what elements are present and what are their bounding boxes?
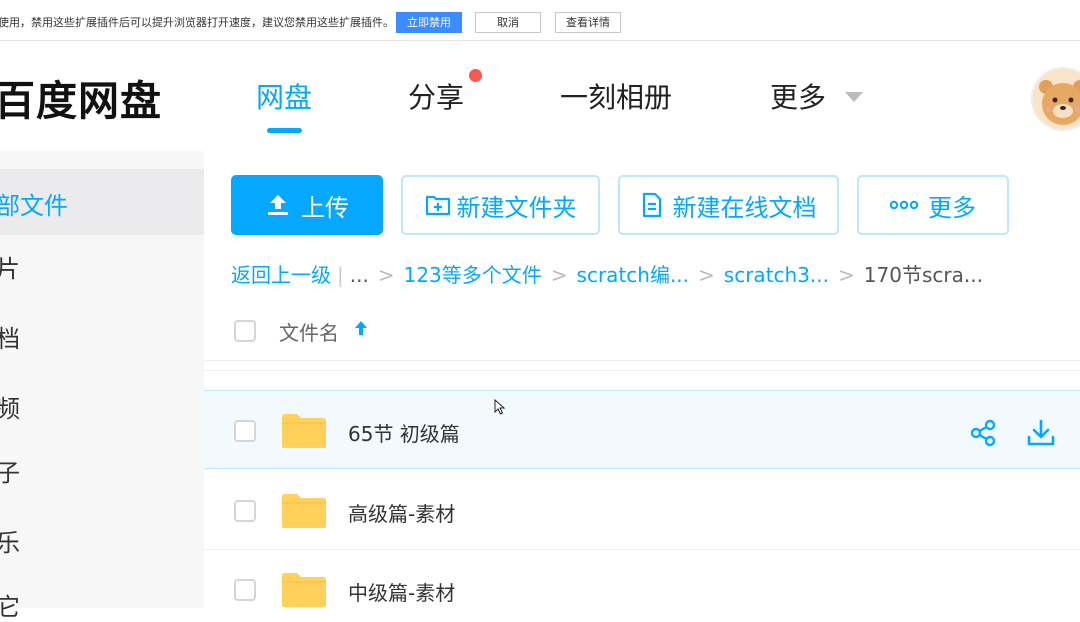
new-online-doc-label: 新建在线文档 (672, 193, 817, 222)
new-folder-icon (425, 193, 451, 217)
breadcrumb: 返回上一级 |... >123等多个文件 > scratch编... > scratch3.… (231, 259, 983, 288)
breadcrumb-separator: > (377, 263, 395, 287)
file-row[interactable]: 中级篇-素材 (204, 550, 1080, 608)
chevron-down-icon[interactable] (845, 92, 863, 102)
bear-avatar-icon (1033, 69, 1080, 129)
row-checkbox[interactable] (234, 579, 256, 601)
extension-notice-bar: 使用，禁用这些扩展插件后可以提升浏览器打开速度，建议您禁用这些扩展插件。 立即禁… (0, 0, 1080, 41)
upload-label: 上传 (301, 193, 349, 222)
sort-ascending-icon[interactable] (354, 320, 368, 340)
more-actions-button[interactable]: 更多 (857, 175, 1009, 235)
sidebar: 部文件 片 档 频 子 乐 它 (0, 151, 204, 621)
column-filename[interactable]: 文件名 (279, 317, 339, 346)
sidebar-item-images[interactable]: 片 (0, 249, 20, 284)
main-content: 上传 新建文件夹 新建在线文档 更多 返回上一级 |... >123等多个文件 > sc… (204, 151, 1080, 608)
more-dots-icon (890, 200, 918, 210)
breadcrumb-divider: | (337, 263, 344, 287)
sidebar-item-music[interactable]: 乐 (0, 523, 20, 558)
file-name[interactable]: 高级篇-素材 (348, 498, 455, 527)
file-name[interactable]: 中级篇-素材 (348, 577, 455, 606)
breadcrumb-current: 170节scra... (863, 263, 983, 287)
sidebar-item-other[interactable]: 它 (0, 587, 20, 622)
folder-icon (282, 414, 326, 448)
folder-icon (282, 494, 326, 528)
nav-moments-album[interactable]: 一刻相册 (560, 76, 672, 116)
breadcrumb-item[interactable]: 123等多个文件 (404, 263, 542, 287)
upload-button[interactable]: 上传 (231, 175, 383, 235)
top-header: 百度网盘 网盘 分享 一刻相册 更多 (0, 41, 1080, 151)
select-all-checkbox[interactable] (234, 320, 256, 342)
nav-more[interactable]: 更多 (770, 76, 826, 116)
new-online-doc-button[interactable]: 新建在线文档 (618, 175, 839, 235)
file-list: 65节 初级篇 高级篇-素材 中级篇-素材 (204, 360, 1080, 608)
download-icon[interactable] (1026, 419, 1056, 451)
new-folder-label: 新建文件夹 (456, 193, 577, 222)
sidebar-item-videos[interactable]: 频 (0, 389, 20, 424)
breadcrumb-separator: > (698, 263, 715, 287)
share-notification-dot (469, 69, 482, 82)
notice-message: 使用，禁用这些扩展插件后可以提升浏览器打开速度，建议您禁用这些扩展插件。 (0, 16, 394, 29)
breadcrumb-ellipsis[interactable]: ... (350, 263, 369, 287)
share-icon[interactable] (970, 419, 998, 451)
sidebar-item-seeds[interactable]: 子 (0, 453, 20, 488)
new-folder-button[interactable]: 新建文件夹 (401, 175, 600, 235)
file-name[interactable]: 65节 初级篇 (348, 418, 460, 447)
row-checkbox[interactable] (234, 420, 256, 442)
breadcrumb-separator: > (838, 263, 855, 287)
view-details-button[interactable]: 查看详情 (555, 12, 621, 33)
cancel-button[interactable]: 取消 (475, 12, 541, 33)
breadcrumb-item[interactable]: scratch3... (724, 263, 829, 287)
breadcrumb-back[interactable]: 返回上一级 (231, 263, 331, 287)
nav-netdisk[interactable]: 网盘 (256, 76, 312, 116)
file-list-header: 文件名 (204, 304, 1080, 361)
mouse-cursor-icon (494, 399, 506, 415)
document-icon (641, 192, 663, 218)
more-actions-label: 更多 (928, 193, 976, 222)
sidebar-item-all-files-label[interactable]: 部文件 (0, 186, 68, 221)
disable-now-button[interactable]: 立即禁用 (396, 12, 462, 33)
upload-icon (265, 192, 291, 218)
nav-share[interactable]: 分享 (408, 76, 464, 116)
breadcrumb-separator: > (550, 263, 568, 287)
baidu-netdisk-logo[interactable]: 百度网盘 (0, 67, 162, 127)
folder-icon (282, 573, 326, 607)
breadcrumb-item[interactable]: scratch编... (577, 263, 689, 287)
file-row[interactable] (204, 360, 1080, 371)
nav-active-underline (267, 128, 302, 133)
row-checkbox[interactable] (234, 500, 256, 522)
file-row[interactable]: 65节 初级篇 (204, 390, 1080, 469)
file-row[interactable]: 高级篇-素材 (204, 471, 1080, 550)
sidebar-item-documents[interactable]: 档 (0, 319, 20, 354)
